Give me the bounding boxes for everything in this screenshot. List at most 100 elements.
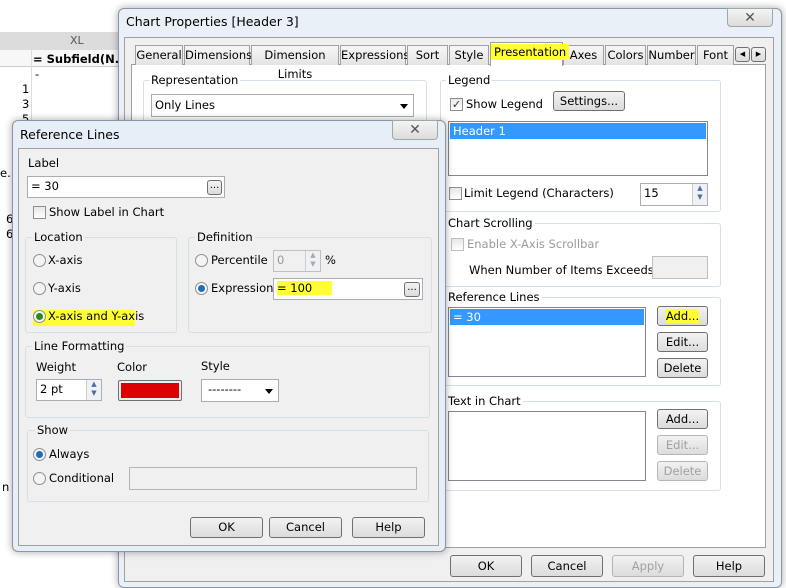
y-axis-radio[interactable] xyxy=(33,282,46,295)
x-and-y-axis-label: X-axis and Y-axis xyxy=(48,309,145,323)
legend-list[interactable]: Header 1 xyxy=(448,121,708,176)
show-legend-label: Show Legend xyxy=(466,97,543,111)
dialog-title: Reference Lines xyxy=(20,127,120,142)
partial-text: n xyxy=(2,480,10,494)
enable-scrollbar-label: Enable X-Axis Scrollbar xyxy=(467,237,600,251)
tab-dimensions[interactable]: Dimensions xyxy=(184,45,252,65)
dialog-help-button[interactable]: Help xyxy=(352,517,425,538)
expression-label: Expression xyxy=(211,281,274,295)
always-radio[interactable] xyxy=(33,448,46,461)
tab-scroll-right-icon[interactable]: ▶ xyxy=(751,47,766,62)
ok-button[interactable]: OK xyxy=(450,555,522,577)
limit-legend-spinner[interactable]: 15 ▲ ▼ xyxy=(640,183,708,206)
help-button[interactable]: Help xyxy=(693,555,765,577)
weight-value: 2 pt xyxy=(40,382,63,396)
percentile-label: Percentile xyxy=(211,253,268,267)
tab-general[interactable]: General xyxy=(135,45,183,65)
list-item[interactable]: = 30 xyxy=(450,309,644,325)
representation-label: Representation xyxy=(149,73,241,87)
apply-button[interactable]: Apply xyxy=(612,555,684,577)
show-group xyxy=(27,430,429,502)
settings-button[interactable]: Settings... xyxy=(553,91,625,111)
delete-reference-line-button[interactable]: Delete xyxy=(657,358,708,378)
text-in-chart-label: Text in Chart xyxy=(446,394,523,408)
tab-style[interactable]: Style xyxy=(449,45,489,65)
cell: - xyxy=(35,67,40,81)
dialog-close-button[interactable]: ✕ xyxy=(392,120,438,140)
weight-label: Weight xyxy=(36,360,77,374)
add-label: Add... xyxy=(665,309,700,323)
add-text-button[interactable]: Add... xyxy=(657,409,708,429)
style-label: Style xyxy=(201,359,230,373)
window-title: Chart Properties [Header 3] xyxy=(126,14,299,29)
x-and-y-axis-radio[interactable] xyxy=(33,310,46,323)
tab-expressions[interactable]: Expressions xyxy=(340,45,409,65)
delete-text-button[interactable]: Delete xyxy=(657,461,708,481)
items-exceeds-label: When Number of Items Exceeds: xyxy=(469,263,658,277)
expression-input[interactable]: = 100 xyxy=(273,278,423,300)
label-title: Label xyxy=(28,156,60,170)
items-exceeds-input[interactable] xyxy=(652,256,708,279)
cancel-button[interactable]: Cancel xyxy=(531,555,603,577)
line-formatting-label: Line Formatting xyxy=(32,339,127,353)
expression-radio[interactable] xyxy=(195,282,208,295)
x-axis-radio[interactable] xyxy=(33,254,46,267)
column-header: = Subfield(N... xyxy=(33,52,128,66)
expression-edit-button[interactable]: ... xyxy=(404,282,420,297)
dialog-cancel-button[interactable]: Cancel xyxy=(269,517,342,538)
color-swatch xyxy=(121,383,179,398)
conditional-input[interactable] xyxy=(129,467,417,490)
text-in-chart-list[interactable] xyxy=(448,411,646,481)
percentile-spinner[interactable]: 0 ▲ ▼ xyxy=(273,250,321,272)
tab-dimension-limits[interactable]: Dimension Limits xyxy=(251,45,339,81)
tab-presentation[interactable]: Presentation xyxy=(490,42,570,66)
representation-select[interactable]: Only Lines xyxy=(151,94,414,117)
conditional-radio[interactable] xyxy=(33,472,46,485)
xl-icon: XL xyxy=(70,34,84,47)
weight-spinner[interactable]: 2 pt ▲ ▼ xyxy=(36,379,102,401)
show-label: Show xyxy=(35,423,71,437)
style-select[interactable]: -------- xyxy=(201,379,279,402)
spinner-arrows-icon[interactable]: ▲ ▼ xyxy=(305,251,320,271)
close-button[interactable]: ✕ xyxy=(727,8,773,27)
percentile-radio[interactable] xyxy=(195,254,208,267)
reference-lines-list[interactable]: = 30 xyxy=(448,307,646,377)
reference-lines-label: Reference Lines xyxy=(446,290,542,304)
limit-value: 15 xyxy=(644,186,659,200)
list-item[interactable]: Header 1 xyxy=(450,123,706,139)
add-reference-line-button[interactable]: Add... xyxy=(657,306,708,326)
spinner-arrows-icon[interactable]: ▲ ▼ xyxy=(86,380,101,400)
percentile-value: 0 xyxy=(277,253,285,267)
label-input[interactable]: = 30 xyxy=(27,176,225,198)
background-toolbar xyxy=(0,32,118,50)
tab-font[interactable]: Font xyxy=(697,45,734,65)
limit-legend-checkbox[interactable] xyxy=(449,187,462,200)
limit-legend-label: Limit Legend (Characters) xyxy=(464,186,614,200)
color-button[interactable] xyxy=(118,380,182,401)
spinner-arrows-icon[interactable]: ▲ ▼ xyxy=(692,184,707,205)
x-axis-label: X-axis xyxy=(48,253,83,267)
cell: 3 xyxy=(22,97,30,111)
tab-presentation-label: Presentation xyxy=(491,44,570,60)
show-label-checkbox[interactable] xyxy=(33,206,46,219)
cell: 1 xyxy=(22,82,30,96)
tab-number[interactable]: Number xyxy=(647,45,696,65)
y-axis-label: Y-axis xyxy=(48,281,81,295)
dialog-ok-button[interactable]: OK xyxy=(190,517,263,538)
tab-colors[interactable]: Colors xyxy=(605,45,646,65)
chart-scrolling-label: Chart Scrolling xyxy=(446,216,535,230)
edit-text-button[interactable]: Edit... xyxy=(657,435,708,455)
color-label: Color xyxy=(117,360,148,374)
legend-label: Legend xyxy=(446,73,493,87)
show-label-text: Show Label in Chart xyxy=(49,205,165,219)
edit-reference-line-button[interactable]: Edit... xyxy=(657,332,708,352)
show-legend-checkbox[interactable]: ✓ xyxy=(450,98,463,111)
tab-scroll-left-icon[interactable]: ◀ xyxy=(735,47,750,62)
expression-value: = 100 xyxy=(277,281,333,295)
enable-scrollbar-checkbox[interactable] xyxy=(451,238,464,251)
label-expression-button[interactable]: ... xyxy=(207,180,222,195)
conditional-label: Conditional xyxy=(49,471,115,485)
definition-label: Definition xyxy=(195,230,255,244)
tab-axes[interactable]: Axes xyxy=(563,45,604,65)
tab-sort[interactable]: Sort xyxy=(407,45,448,65)
